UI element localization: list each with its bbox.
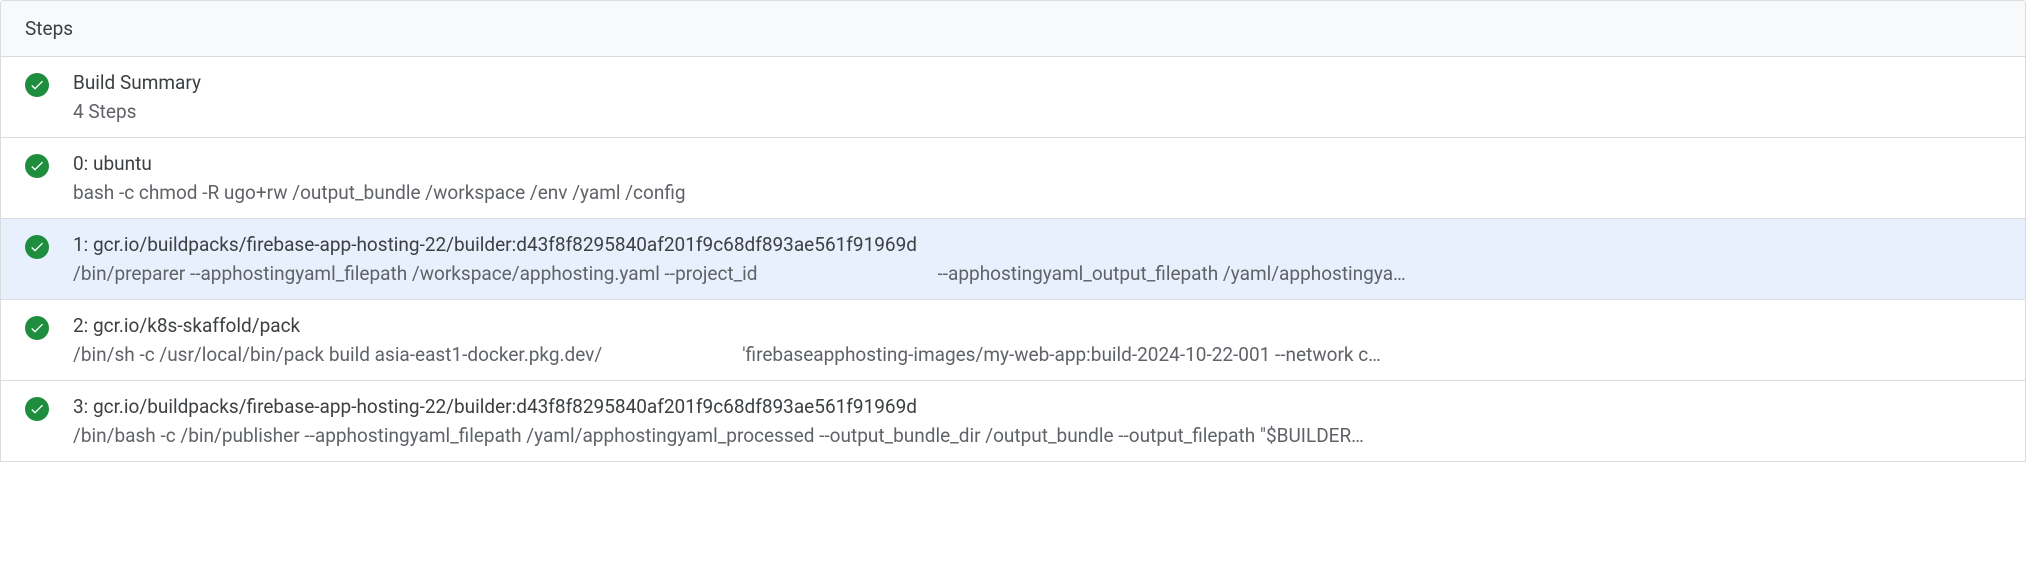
- step-row-1[interactable]: 1: gcr.io/buildpacks/firebase-app-hostin…: [1, 219, 2025, 300]
- step-row-0[interactable]: 0: ubuntu bash -c chmod -R ugo+rw /outpu…: [1, 138, 2025, 219]
- success-icon: [25, 73, 49, 97]
- command-part2: --apphostingyaml_output_filepath /yaml/a…: [938, 262, 1406, 285]
- step-content: Build Summary 4 Steps: [73, 71, 2001, 123]
- command-gap: [602, 343, 742, 366]
- steps-header: Steps: [1, 1, 2025, 57]
- build-summary-row[interactable]: Build Summary 4 Steps: [1, 57, 2025, 138]
- success-icon: [25, 235, 49, 259]
- command-gap: [758, 262, 938, 285]
- steps-panel: Steps Build Summary 4 Steps 0: ubuntu ba…: [0, 0, 2026, 462]
- step-command: /bin/preparer --apphostingyaml_filepath …: [73, 262, 2001, 285]
- step-row-2[interactable]: 2: gcr.io/k8s-skaffold/pack /bin/sh -c /…: [1, 300, 2025, 381]
- step-content: 3: gcr.io/buildpacks/firebase-app-hostin…: [73, 395, 2001, 447]
- success-icon: [25, 316, 49, 340]
- step-command: /bin/sh -c /usr/local/bin/pack build asi…: [73, 343, 2001, 366]
- step-content: 1: gcr.io/buildpacks/firebase-app-hostin…: [73, 233, 2001, 285]
- step-command: /bin/bash -c /bin/publisher --apphosting…: [73, 424, 2001, 447]
- step-content: 2: gcr.io/k8s-skaffold/pack /bin/sh -c /…: [73, 314, 2001, 366]
- step-title: 1: gcr.io/buildpacks/firebase-app-hostin…: [73, 233, 2001, 256]
- step-title: 2: gcr.io/k8s-skaffold/pack: [73, 314, 2001, 337]
- step-title: 3: gcr.io/buildpacks/firebase-app-hostin…: [73, 395, 2001, 418]
- success-icon: [25, 154, 49, 178]
- step-command: bash -c chmod -R ugo+rw /output_bundle /…: [73, 181, 2001, 204]
- summary-subtitle: 4 Steps: [73, 100, 2001, 123]
- command-part1: /bin/preparer --apphostingyaml_filepath …: [73, 262, 758, 285]
- step-title: 0: ubuntu: [73, 152, 2001, 175]
- summary-title: Build Summary: [73, 71, 2001, 94]
- steps-header-title: Steps: [25, 17, 73, 40]
- command-part1: /bin/sh -c /usr/local/bin/pack build asi…: [73, 343, 602, 366]
- command-part2: 'firebaseapphosting-images/my-web-app:bu…: [742, 343, 1381, 366]
- step-content: 0: ubuntu bash -c chmod -R ugo+rw /outpu…: [73, 152, 2001, 204]
- success-icon: [25, 397, 49, 421]
- step-row-3[interactable]: 3: gcr.io/buildpacks/firebase-app-hostin…: [1, 381, 2025, 461]
